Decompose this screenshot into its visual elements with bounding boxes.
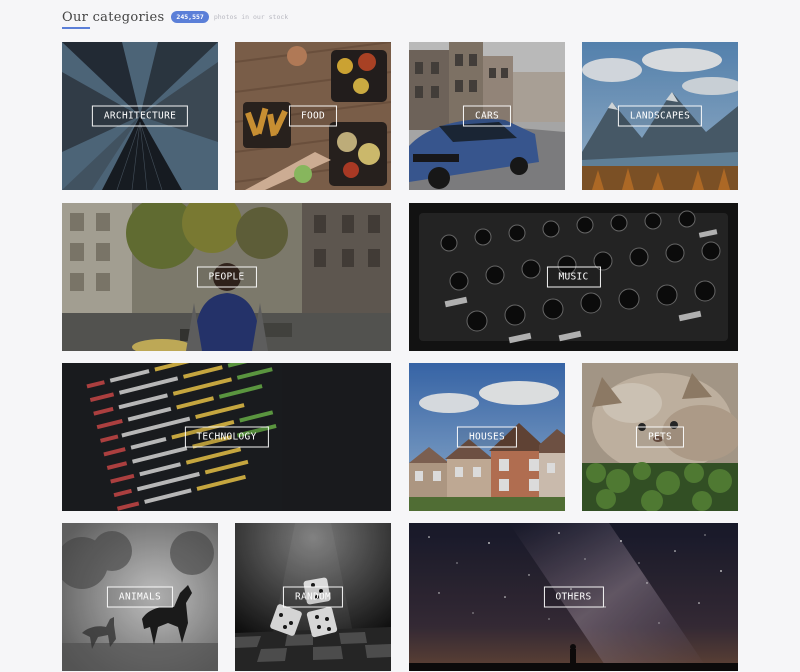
- category-label: FOOD: [288, 105, 338, 127]
- category-label: TECHNOLOGY: [184, 426, 269, 448]
- category-label: PEOPLE: [196, 266, 257, 288]
- category-tile-people[interactable]: PEOPLE: [62, 203, 391, 351]
- category-tile-houses[interactable]: HOUSES: [409, 363, 565, 511]
- category-tile-architecture[interactable]: ARCHITECTURE: [62, 42, 218, 190]
- category-tile-cars[interactable]: CARS: [409, 42, 565, 190]
- category-label: HOUSES: [456, 426, 518, 448]
- category-tile-pets[interactable]: PETS: [582, 363, 738, 511]
- category-tile-animals[interactable]: ANIMALS: [62, 523, 218, 671]
- section-title: Our categories: [62, 9, 165, 25]
- category-label: MUSIC: [546, 266, 601, 288]
- categories-header: Our categories 245,557 photos in our sto…: [62, 5, 288, 29]
- section-subtitle: photos in our stock: [213, 13, 289, 21]
- category-label: LANDSCAPES: [617, 105, 703, 127]
- category-tile-random[interactable]: RANDOM: [235, 523, 391, 671]
- photo-count-badge: 245,557: [171, 11, 209, 23]
- category-tile-technology[interactable]: TECHNOLOGY: [62, 363, 391, 511]
- category-label: PETS: [635, 426, 685, 448]
- category-label: OTHERS: [543, 586, 604, 608]
- category-label: ARCHITECTURE: [91, 105, 189, 127]
- category-tile-others[interactable]: OTHERS: [409, 523, 738, 671]
- category-tile-landscapes[interactable]: LANDSCAPES: [582, 42, 738, 190]
- category-label: CARS: [462, 105, 512, 127]
- category-label: ANIMALS: [106, 586, 174, 608]
- category-tile-food[interactable]: FOOD: [235, 42, 391, 190]
- category-label: RANDOM: [282, 586, 344, 608]
- category-tile-music[interactable]: MUSIC: [409, 203, 738, 351]
- title-underline: [62, 27, 90, 29]
